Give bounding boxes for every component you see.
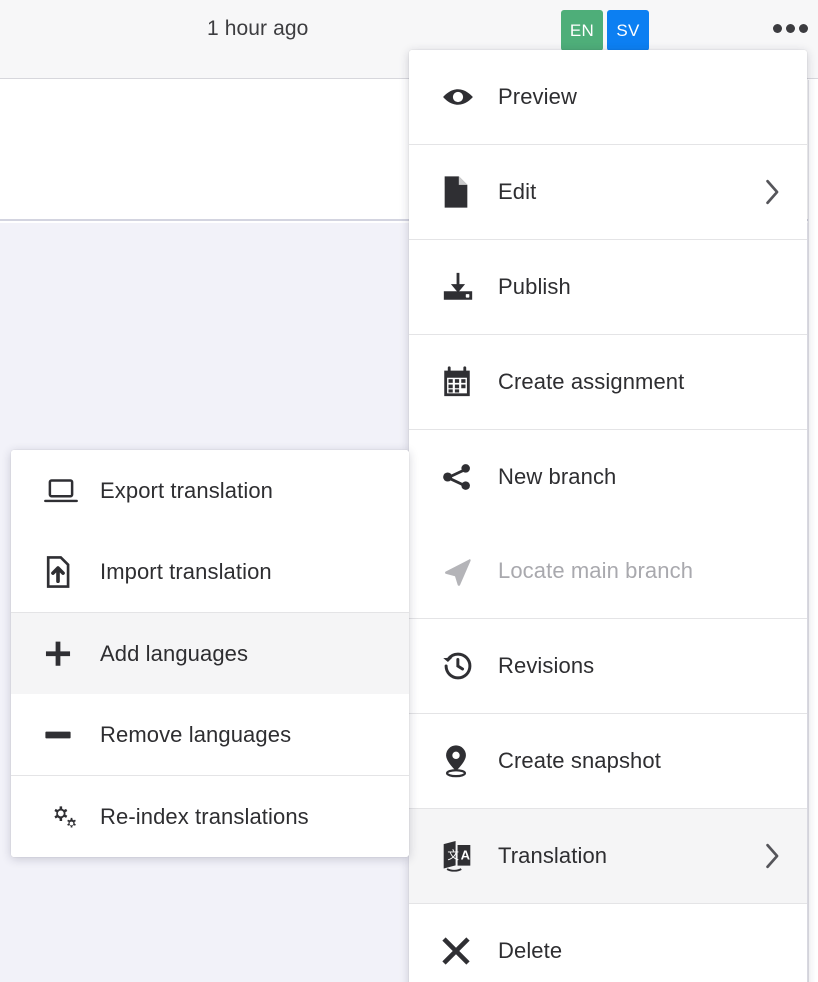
share-branch-icon <box>441 454 487 500</box>
kebab-dot-3 <box>799 24 808 33</box>
menu-item-label: Export translation <box>100 477 273 503</box>
map-pin-icon <box>441 738 487 784</box>
menu-item-label: Create assignment <box>498 369 685 394</box>
more-actions-button[interactable] <box>773 24 808 33</box>
menu-item-add-languages[interactable]: Add languages <box>11 613 409 694</box>
menu-item-label: Revisions <box>498 653 595 678</box>
menu-item-re-index-translations[interactable]: Re-index translations <box>11 776 409 857</box>
screen: 1 hour ago EN SV Preview Edit Publish Create… <box>0 0 818 982</box>
translate-icon: 文A <box>441 833 487 879</box>
menu-group: 文 A Translation <box>409 808 807 903</box>
menu-item-locate-main-branch: Locate main branch <box>409 524 807 618</box>
menu-item-label: Import translation <box>100 558 272 584</box>
history-clock-icon <box>441 643 487 689</box>
language-badge-en[interactable]: EN <box>561 10 603 51</box>
menu-item-label: Translation <box>498 843 608 868</box>
cogs-icon <box>44 796 86 838</box>
menu-item-create-assignment[interactable]: Create assignment <box>409 335 807 429</box>
menu-item-label: Preview <box>498 84 577 109</box>
language-badge-sv[interactable]: SV <box>607 10 649 51</box>
navigation-arrow-icon <box>441 548 487 594</box>
calendar-icon <box>441 359 487 405</box>
menu-group: Add languages Remove languages <box>11 612 409 775</box>
kebab-dot-2 <box>786 24 795 33</box>
menu-group: Create assignment <box>409 334 807 429</box>
menu-item-label: Create snapshot <box>498 748 661 773</box>
menu-item-preview[interactable]: Preview <box>409 50 807 144</box>
svg-text:A: A <box>461 848 471 863</box>
translation-submenu[interactable]: Export translation Import translation Add … <box>11 450 409 857</box>
last-modified-timestamp: 1 hour ago <box>207 17 309 40</box>
document-icon <box>441 169 487 215</box>
menu-item-label: Remove languages <box>100 721 292 747</box>
menu-group: Re-index translations <box>11 775 409 857</box>
menu-group: Edit <box>409 144 807 239</box>
menu-group: Preview <box>409 50 807 144</box>
menu-item-label: Delete <box>498 938 563 963</box>
menu-item-label: Publish <box>498 274 571 299</box>
chevron-right-icon <box>761 178 783 206</box>
language-badge-group: EN SV <box>561 10 649 51</box>
menu-item-publish[interactable]: Publish <box>409 240 807 334</box>
menu-item-translation[interactable]: 文 A Translation <box>409 809 807 903</box>
document-actions-menu[interactable]: Preview Edit Publish Create assignment New b… <box>409 50 807 982</box>
menu-group: Export translation Import translation <box>11 450 409 612</box>
chevron-right-icon <box>761 842 783 870</box>
menu-item-remove-languages[interactable]: Remove languages <box>11 694 409 775</box>
eye-icon <box>441 74 487 120</box>
menu-group: Delete <box>409 903 807 982</box>
document-upload-icon <box>44 551 86 593</box>
minus-icon <box>44 714 86 756</box>
laptop-export-icon <box>44 470 86 512</box>
menu-item-label: Add languages <box>100 640 249 666</box>
menu-group: Create snapshot <box>409 713 807 808</box>
menu-item-delete[interactable]: Delete <box>409 904 807 982</box>
menu-item-edit[interactable]: Edit <box>409 145 807 239</box>
publish-download-icon <box>441 264 487 310</box>
menu-item-label: Locate main branch <box>498 558 694 583</box>
menu-item-label: New branch <box>498 464 617 489</box>
menu-item-revisions[interactable]: Revisions <box>409 619 807 713</box>
plus-icon <box>44 633 86 675</box>
menu-item-export-translation[interactable]: Export translation <box>11 450 409 531</box>
menu-group: Revisions <box>409 618 807 713</box>
menu-group: New branch Locate main branch <box>409 429 807 618</box>
page-right-rail <box>808 80 818 982</box>
menu-item-new-branch[interactable]: New branch <box>409 430 807 524</box>
menu-item-label: Edit <box>498 179 537 204</box>
close-x-icon <box>441 928 487 974</box>
menu-item-label: Re-index translations <box>100 803 309 829</box>
svg-text:文: 文 <box>447 848 459 862</box>
menu-item-import-translation[interactable]: Import translation <box>11 531 409 612</box>
menu-item-create-snapshot[interactable]: Create snapshot <box>409 714 807 808</box>
kebab-dot-1 <box>773 24 782 33</box>
menu-group: Publish <box>409 239 807 334</box>
